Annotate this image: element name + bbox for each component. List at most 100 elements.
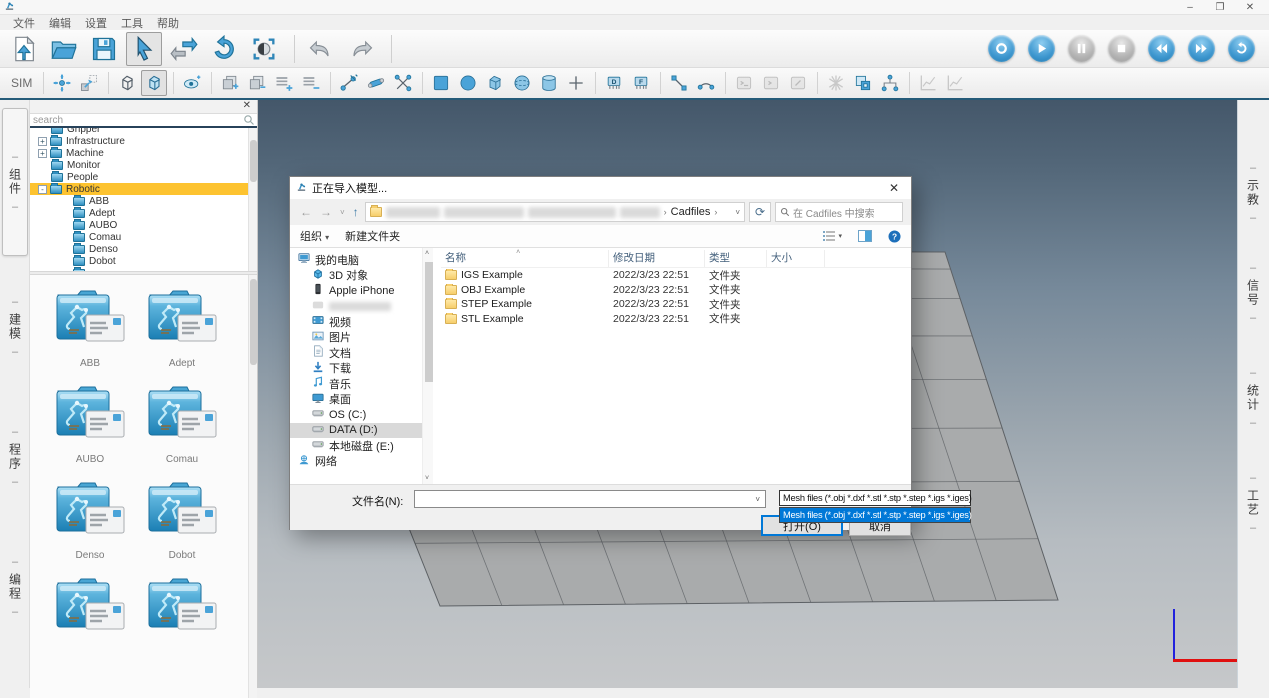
create-cylinder-button[interactable]: [536, 70, 562, 96]
jog-mode-button[interactable]: [49, 70, 75, 96]
component-folder-dobot[interactable]: Dobot: [136, 477, 228, 561]
column-header-名称[interactable]: ˄名称: [441, 250, 609, 267]
file-row-obj-example[interactable]: OBJ Example2022/3/23 22:51文件夹: [441, 283, 911, 298]
grid-scrollbar[interactable]: [248, 275, 257, 698]
create-arc-button[interactable]: [693, 70, 719, 96]
breadcrumb-folder[interactable]: Cadfiles: [671, 206, 711, 218]
create-point-button[interactable]: [563, 70, 589, 96]
component-folder-aubo[interactable]: AUBO: [44, 381, 136, 465]
tree-item-dobot[interactable]: Dobot: [30, 255, 257, 267]
open-model-button[interactable]: [46, 32, 82, 66]
menu-5[interactable]: 帮助: [150, 14, 186, 32]
new-folder-button[interactable]: 新建文件夹: [345, 228, 400, 244]
layers-button[interactable]: [850, 70, 876, 96]
undo-button[interactable]: [303, 32, 339, 66]
create-line-button[interactable]: [666, 70, 692, 96]
translate-tool-button[interactable]: [166, 32, 202, 66]
preview-pane-button[interactable]: [858, 230, 872, 242]
tree-item-aubo[interactable]: AUBO: [30, 219, 257, 231]
reset-simulation-button[interactable]: [1228, 35, 1255, 62]
device-d-button[interactable]: D: [601, 70, 627, 96]
scroll-down-icon[interactable]: ˅: [425, 475, 429, 482]
wireframe-view-button[interactable]: [114, 70, 140, 96]
tree-item-gripper[interactable]: Gripper: [30, 128, 257, 135]
view-mode-button[interactable]: ▾: [822, 230, 842, 242]
component-folder-comau[interactable]: Comau: [136, 381, 228, 465]
component-folder[interactable]: [44, 573, 136, 646]
tab-process[interactable]: –工艺–: [1240, 440, 1266, 565]
filename-combobox[interactable]: ˅: [414, 490, 766, 508]
rewind-button[interactable]: [1148, 35, 1175, 62]
play-button[interactable]: [1028, 35, 1055, 62]
device-f-button[interactable]: F: [628, 70, 654, 96]
solid-view-button[interactable]: [141, 70, 167, 96]
list-remove-button[interactable]: [298, 70, 324, 96]
stop-button[interactable]: [1108, 35, 1135, 62]
file-row-igs-example[interactable]: IGS Example2022/3/23 22:51文件夹: [441, 268, 911, 283]
menu-4[interactable]: 工具: [114, 14, 150, 32]
filetype-filter-combobox[interactable]: Mesh files (*.obj *.dxf *.stl *.stp *.st…: [779, 490, 971, 506]
chevron-down-icon[interactable]: ˅: [735, 208, 740, 217]
file-row-step-example[interactable]: STEP Example2022/3/23 22:51文件夹: [441, 297, 911, 312]
record-button[interactable]: [988, 35, 1015, 62]
up-button[interactable]: ↑: [351, 205, 361, 219]
nav-item-桌面[interactable]: 桌面: [290, 392, 422, 408]
nav-item-网络[interactable]: 网络: [290, 454, 422, 470]
select-tool-button[interactable]: [126, 32, 162, 66]
forward-button[interactable]: →: [318, 205, 334, 219]
duplicate-remove-button[interactable]: [244, 70, 270, 96]
tree-item[interactable]: [30, 267, 257, 271]
file-row-stl-example[interactable]: STL Example2022/3/23 22:51文件夹: [441, 312, 911, 327]
nav-item-文档[interactable]: 文档: [290, 345, 422, 361]
search-input[interactable]: [30, 115, 243, 126]
column-header-类型[interactable]: 类型: [705, 250, 767, 267]
expand-icon[interactable]: +: [38, 149, 47, 158]
refresh-button[interactable]: ⟳: [749, 202, 771, 222]
component-folder[interactable]: [136, 573, 228, 646]
align-snap-button[interactable]: [76, 70, 102, 96]
nav-item-datad[interactable]: DATA (D:): [290, 423, 422, 439]
close-button[interactable]: ✕: [1235, 1, 1265, 14]
terminal-2-button[interactable]: [758, 70, 784, 96]
nav-item-图片[interactable]: 图片: [290, 330, 422, 346]
back-button[interactable]: ←: [298, 205, 314, 219]
scroll-up-icon[interactable]: ˄: [425, 250, 429, 257]
nav-item-本地磁盘e[interactable]: 本地磁盘 (E:): [290, 438, 422, 454]
help-button[interactable]: ?: [888, 230, 901, 243]
menu-2[interactable]: 编辑: [42, 14, 78, 32]
tree-item-people[interactable]: People: [30, 171, 257, 183]
breadcrumb[interactable]: ›Cadfiles›˅: [365, 202, 745, 222]
component-folder-adept[interactable]: Adept: [136, 285, 228, 369]
tree-item-monitor[interactable]: Monitor: [30, 159, 257, 171]
create-sphere-button[interactable]: [509, 70, 535, 96]
nav-item-osc[interactable]: OS (C:): [290, 407, 422, 423]
tab-components[interactable]: –组件–: [2, 108, 28, 256]
nav-item-音乐[interactable]: 音乐: [290, 376, 422, 392]
tab-program[interactable]: –程序–: [2, 398, 28, 516]
column-header-修改日期[interactable]: 修改日期: [609, 250, 705, 267]
tree-item-machine[interactable]: +Machine: [30, 147, 257, 159]
rotate-tool-button[interactable]: [206, 32, 242, 66]
nav-item-redacted[interactable]: [290, 299, 422, 315]
tool-frame-3-button[interactable]: [390, 70, 416, 96]
collapse-icon[interactable]: -: [38, 185, 47, 194]
tree-item-robotic[interactable]: -Robotic: [30, 183, 257, 195]
tree-item-denso[interactable]: Denso: [30, 243, 257, 255]
component-folder-abb[interactable]: ABB: [44, 285, 136, 369]
tab-modeling[interactable]: –建模–: [2, 268, 28, 386]
nav-item-appleiphone[interactable]: Apple iPhone: [290, 283, 422, 299]
nav-scrollbar[interactable]: ˄˅: [422, 248, 433, 484]
panel-close-icon[interactable]: ✕: [240, 100, 254, 111]
tree-item-comau[interactable]: Comau: [30, 231, 257, 243]
hierarchy-button[interactable]: [877, 70, 903, 96]
expand-icon[interactable]: +: [38, 137, 47, 146]
menu-1[interactable]: 文件: [6, 14, 42, 32]
new-model-button[interactable]: [6, 32, 42, 66]
save-button[interactable]: [86, 32, 122, 66]
tool-frame-1-button[interactable]: [336, 70, 362, 96]
nav-item-3d对象[interactable]: 3D 对象: [290, 268, 422, 284]
chart-2-button[interactable]: [942, 70, 968, 96]
menu-3[interactable]: 设置: [78, 14, 114, 32]
list-add-button[interactable]: [271, 70, 297, 96]
dialog-search-box[interactable]: 在 Cadfiles 中搜索: [775, 202, 903, 222]
